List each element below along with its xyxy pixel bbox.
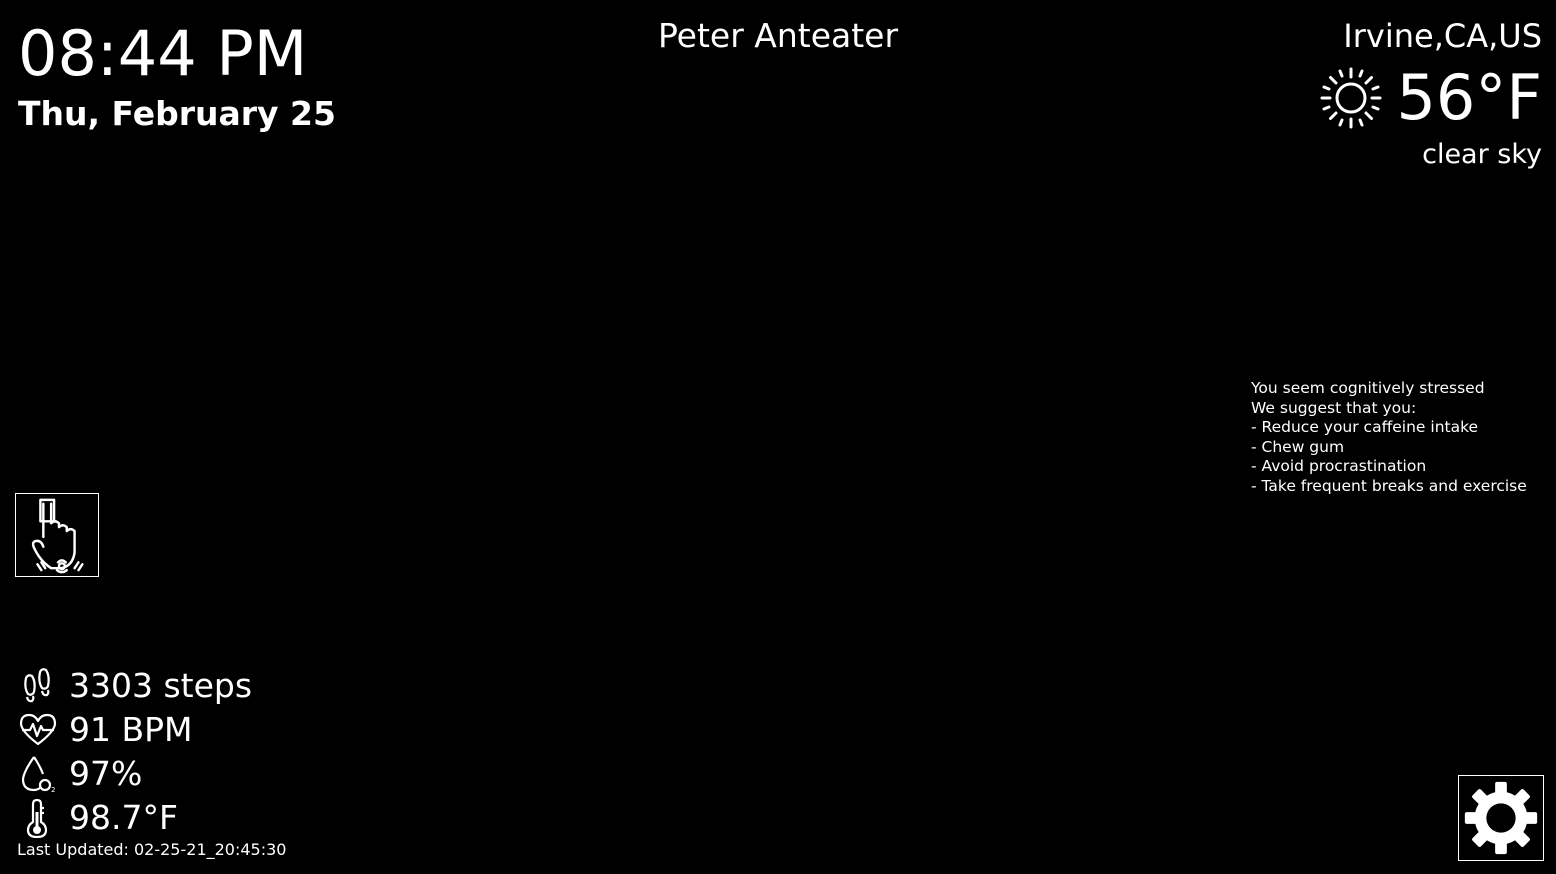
steps-value: 3303 steps	[69, 666, 253, 705]
heart-rate-row: 91 BPM	[18, 708, 252, 752]
svg-text:2: 2	[51, 786, 55, 794]
oxygen-value: 97%	[69, 754, 143, 793]
suggestion-line: We suggest that you:	[1251, 398, 1417, 417]
settings-button[interactable]	[1458, 775, 1544, 861]
vitals-panel: 3303 steps 91 BPM 2 97% 98.7°F	[18, 664, 252, 840]
thermometer-icon	[26, 798, 48, 838]
clock-date: Thu, February 25	[18, 94, 336, 133]
suggestion-line: - Avoid procrastination	[1251, 457, 1427, 475]
weather-location: Irvine,CA,US	[1343, 17, 1542, 55]
body-temp-row: 98.7°F	[18, 796, 252, 840]
oxygen-drop-icon: 2	[21, 756, 55, 794]
weather-description: clear sky	[1422, 139, 1542, 170]
heart-pulse-icon	[19, 713, 57, 746]
fingerprint-touch-icon	[31, 498, 84, 574]
weather-widget: Irvine,CA,US 56°F clear sky	[1318, 16, 1542, 172]
weather-temperature: 56°F	[1396, 61, 1542, 134]
steps-row: 3303 steps	[18, 664, 252, 708]
sun-icon	[1320, 67, 1382, 129]
suggestion-line: - Chew gum	[1251, 437, 1345, 456]
suggestion-line: - Take frequent breaks and exercise	[1251, 476, 1527, 495]
suggestion-line: You seem cognitively stressed	[1251, 379, 1485, 397]
weather-temp-row: 56°F	[1318, 60, 1542, 136]
stress-suggestions: You seem cognitively stressed We suggest…	[1251, 379, 1527, 496]
last-updated: Last Updated: 02-25-21_20:45:30	[17, 840, 287, 859]
suggestion-line: - Reduce your caffeine intake	[1251, 418, 1479, 436]
heart-rate-value: 91 BPM	[69, 710, 193, 749]
gear-icon	[1464, 781, 1538, 855]
mirror-screen: 08:44 PM Thu, February 25 Peter Anteater…	[0, 0, 1556, 874]
body-temp-value: 98.7°F	[69, 798, 178, 837]
footsteps-icon	[24, 668, 50, 703]
oxygen-row: 2 97%	[18, 752, 252, 796]
touch-measure-button[interactable]	[15, 493, 99, 577]
